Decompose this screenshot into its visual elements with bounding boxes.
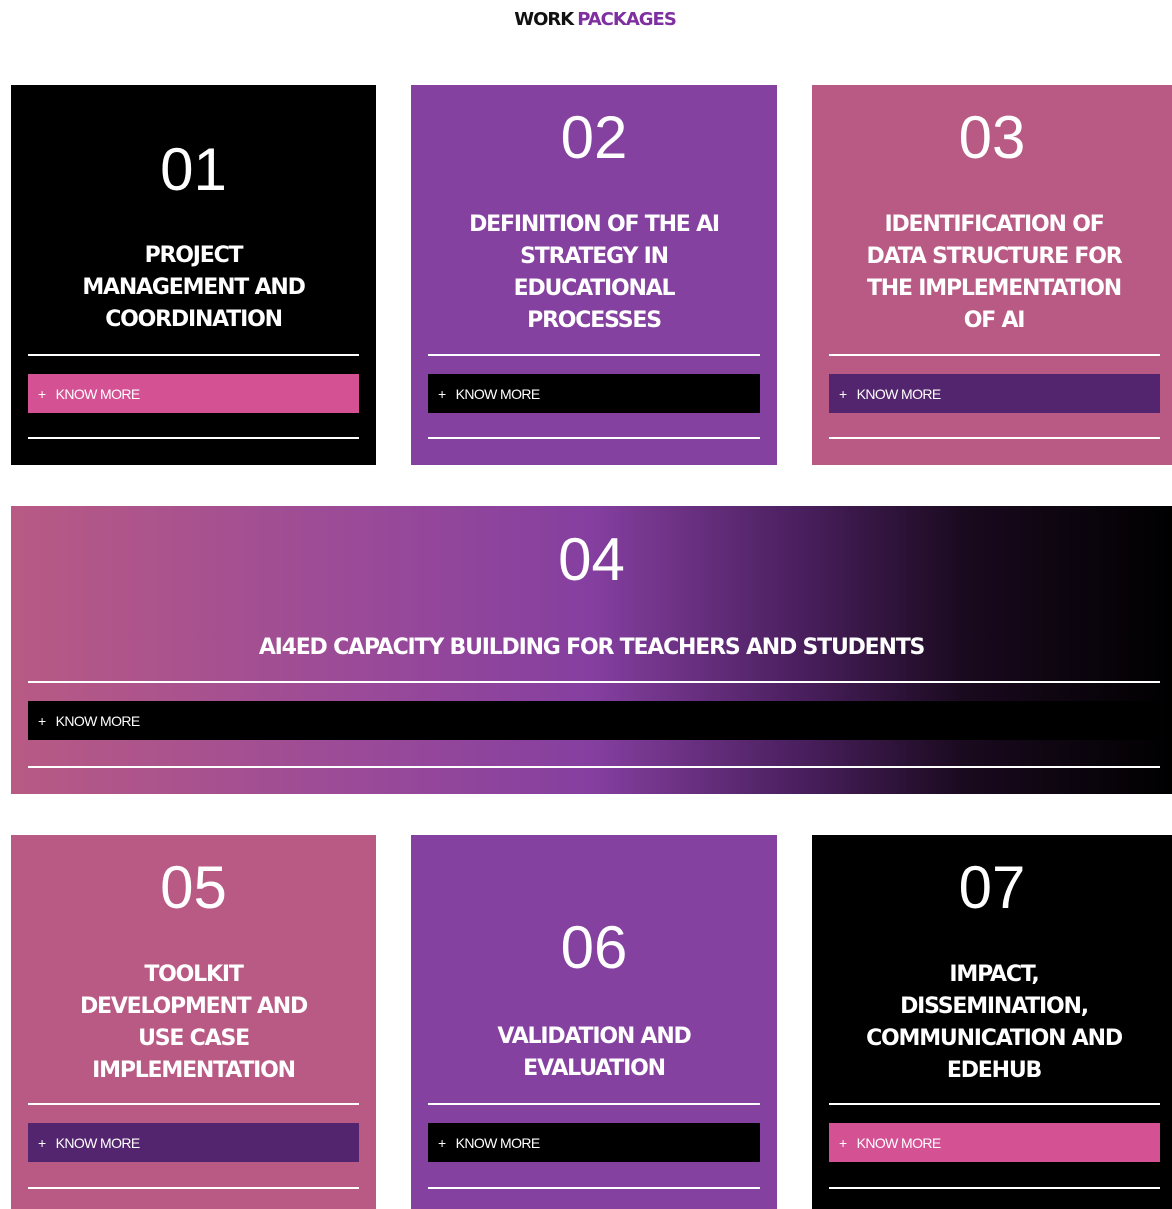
work-package-card-01: 01 PROJECT MANAGEMENT AND COORDINATION +…	[11, 85, 376, 465]
work-package-card-07: 07 IMPACT, DISSEMINATION, COMMUNICATION …	[812, 835, 1172, 1209]
package-number: 07	[958, 854, 1026, 921]
know-more-button[interactable]: + KNOW MORE	[829, 1123, 1160, 1162]
package-title-line: AI4ED CAPACITY BUILDING FOR TEACHERS AND…	[258, 635, 926, 660]
divider-line	[28, 437, 359, 439]
package-title-line: IDENTIFICATION OF	[884, 212, 1104, 237]
plus-icon: +	[438, 385, 446, 402]
section-heading: WORK PACKAGES	[0, 9, 1172, 30]
heading-work: WORK	[514, 9, 574, 30]
package-title-line: VALIDATION AND	[497, 1024, 691, 1049]
know-more-button[interactable]: + KNOW MORE	[829, 374, 1160, 413]
work-package-card-03: 03 IDENTIFICATION OF DATA STRUCTURE FOR …	[812, 85, 1172, 465]
package-title: IDENTIFICATION OF DATA STRUCTURE FOR THE…	[816, 209, 1172, 337]
know-more-button[interactable]: + KNOW MORE	[428, 1123, 760, 1162]
heading-packages: PACKAGES	[577, 9, 677, 30]
work-package-card-04: 04 AI4ED CAPACITY BUILDING FOR TEACHERS …	[11, 506, 1172, 794]
know-more-label: KNOW MORE	[856, 1134, 942, 1151]
divider-line	[428, 1103, 760, 1105]
divider-line	[428, 437, 760, 439]
plus-icon: +	[839, 1134, 847, 1151]
work-package-card-05: 05 TOOLKIT DEVELOPMENT AND USE CASE IMPL…	[11, 835, 376, 1209]
divider-line	[28, 681, 1160, 683]
divider-line	[28, 1187, 359, 1189]
package-title-line: DATA STRUCTURE FOR	[866, 244, 1123, 269]
package-title-line: DISSEMINATION,	[900, 994, 1089, 1019]
divider-line	[829, 354, 1160, 356]
know-more-label: KNOW MORE	[55, 1134, 141, 1151]
know-more-button[interactable]: + KNOW MORE	[28, 1123, 359, 1162]
divider-line	[428, 1187, 760, 1189]
divider-line	[28, 1103, 359, 1105]
package-title-line: IMPLEMENTATION	[92, 1058, 296, 1083]
package-title: TOOLKIT DEVELOPMENT AND USE CASE IMPLEME…	[21, 959, 366, 1087]
package-number: 06	[560, 914, 628, 981]
package-title-line: COMMUNICATION AND	[866, 1026, 1123, 1051]
package-number: 02	[560, 104, 628, 171]
package-title-line: EVALUATION	[523, 1056, 666, 1081]
know-more-label: KNOW MORE	[856, 385, 942, 402]
package-title-line: DEVELOPMENT AND	[79, 994, 308, 1019]
divider-line	[829, 1103, 1160, 1105]
know-more-label: KNOW MORE	[455, 1134, 541, 1151]
package-title: PROJECT MANAGEMENT AND COORDINATION	[21, 240, 366, 336]
divider-line	[829, 437, 1160, 439]
divider-line	[28, 354, 359, 356]
package-title-line: DEFINITION OF THE AI	[469, 212, 720, 237]
package-number: 01	[160, 136, 227, 203]
divider-line	[28, 766, 1160, 768]
package-title: AI4ED CAPACITY BUILDING FOR TEACHERS AND…	[21, 632, 1162, 664]
package-title-line: TOOLKIT	[144, 962, 243, 987]
work-package-card-02: 02 DEFINITION OF THE AI STRATEGY IN EDUC…	[411, 85, 777, 465]
package-title-line: IMPACT,	[949, 962, 1039, 987]
package-title-line: EDEHUB	[946, 1058, 1042, 1083]
package-title: DEFINITION OF THE AI STRATEGY IN EDUCATI…	[421, 209, 767, 337]
plus-icon: +	[38, 712, 46, 729]
package-title-line: STRATEGY IN	[520, 244, 669, 269]
know-more-label: KNOW MORE	[55, 385, 141, 402]
package-number: 03	[958, 104, 1026, 171]
know-more-button[interactable]: + KNOW MORE	[28, 374, 359, 413]
plus-icon: +	[38, 1134, 46, 1151]
package-title-line: PROJECT	[144, 243, 244, 268]
package-title-line: EDUCATIONAL	[513, 276, 676, 301]
work-package-card-06: 06 VALIDATION AND EVALUATION + KNOW MORE	[411, 835, 777, 1209]
plus-icon: +	[438, 1134, 446, 1151]
package-title: VALIDATION AND EVALUATION	[421, 1021, 767, 1085]
package-title-line: OF AI	[963, 308, 1026, 333]
package-title-line: COORDINATION	[105, 307, 283, 332]
know-more-button[interactable]: + KNOW MORE	[28, 701, 1160, 740]
divider-line	[428, 354, 760, 356]
plus-icon: +	[38, 385, 46, 402]
know-more-button[interactable]: + KNOW MORE	[428, 374, 760, 413]
know-more-label: KNOW MORE	[55, 712, 141, 729]
package-title-line: MANAGEMENT AND	[82, 275, 306, 300]
know-more-label: KNOW MORE	[455, 385, 541, 402]
plus-icon: +	[839, 385, 847, 402]
package-number: 04	[558, 526, 625, 593]
package-number: 05	[160, 854, 227, 921]
package-title-line: PROCESSES	[527, 308, 662, 333]
package-title-line: THE IMPLEMENTATION	[866, 276, 1122, 301]
package-title: IMPACT, DISSEMINATION, COMMUNICATION AND…	[816, 959, 1172, 1087]
package-title-line: USE CASE	[138, 1026, 250, 1051]
divider-line	[829, 1187, 1160, 1189]
